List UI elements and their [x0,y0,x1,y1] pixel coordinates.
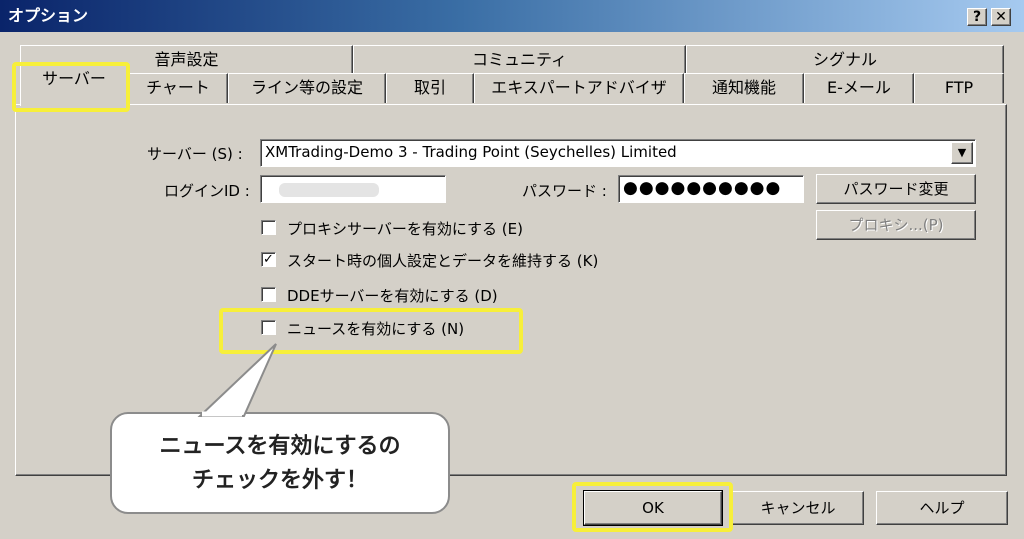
proxy-checkbox-label: プロキシサーバーを有効にする (E) [287,220,523,238]
dde-checkbox[interactable] [261,287,276,302]
login-id-label: ログインID : [164,182,250,200]
callout-line2: チェックを外す！ [191,468,368,493]
help-icon[interactable]: ? [967,8,987,26]
dropdown-arrow-icon[interactable]: ▼ [951,142,973,164]
tab-expert-advisor[interactable]: エキスパートアドバイザ [474,73,684,103]
highlight-ok-button [572,482,733,532]
tab-community[interactable]: コミュニティ [353,45,686,75]
window-title-bar: オプション [0,0,1024,32]
password-label: パスワード : [522,182,607,200]
tab-email[interactable]: E-メール [804,73,914,103]
tab-ftp[interactable]: FTP [914,73,1004,103]
login-id-field[interactable] [260,175,446,203]
proxy-button[interactable]: プロキシ...(P) [816,210,976,240]
tab-chart[interactable]: チャート [128,73,228,103]
cancel-button[interactable]: キャンセル [732,491,864,525]
blurred-login-value [279,183,379,197]
change-password-button[interactable]: パスワード変更 [816,174,976,204]
callout-line1: ニュースを有効にするの [159,434,401,459]
tab-line-settings[interactable]: ライン等の設定 [228,73,386,103]
tab-trade[interactable]: 取引 [386,73,474,103]
server-label: サーバー (S) : [147,145,243,163]
tab-signal[interactable]: シグナル [686,45,1004,75]
highlight-server-tab [12,62,130,112]
help-button[interactable]: ヘルプ [876,491,1008,525]
dde-checkbox-label: DDEサーバーを有効にする (D) [287,287,498,305]
password-field[interactable]: ●●●●●●●●●● [618,175,804,203]
server-select[interactable]: XMTrading-Demo 3 - Trading Point (Seyche… [260,139,976,167]
close-icon[interactable]: ✕ [991,8,1011,26]
proxy-checkbox[interactable] [261,220,276,235]
keep-settings-checkbox[interactable]: ✓ [261,252,276,267]
callout-pointer [197,343,277,417]
keep-settings-checkbox-label: スタート時の個人設定とデータを維持する (K) [287,252,599,270]
window-title: オプション [8,6,89,25]
tab-notifications[interactable]: 通知機能 [684,73,804,103]
